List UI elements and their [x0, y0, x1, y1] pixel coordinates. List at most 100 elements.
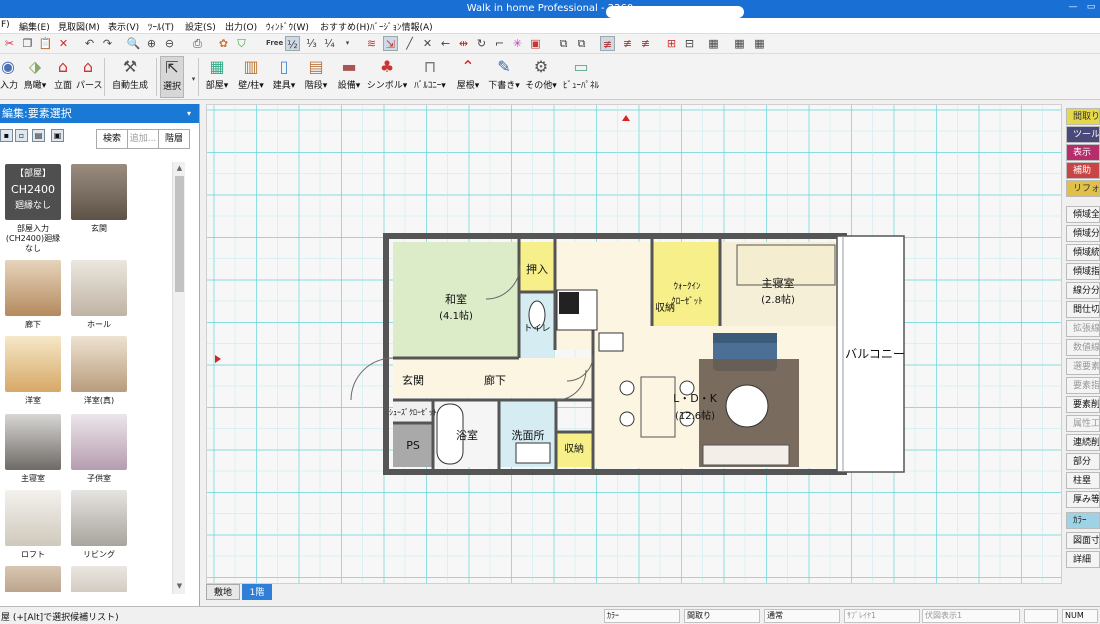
hatch-3-icon[interactable]: ≢: [638, 36, 653, 51]
cmd-button[interactable]: 厚み等: [1066, 491, 1100, 508]
room-button[interactable]: ▦ 部屋▾: [202, 56, 232, 91]
other-button[interactable]: ⚙ その他▾: [524, 56, 558, 91]
menu-edit[interactable]: 編集(E): [19, 20, 50, 33]
shield-icon[interactable]: ⛉: [234, 36, 249, 51]
auto-generate-button[interactable]: ⚒ 自動生成: [108, 56, 152, 91]
thumb-youshitsu-true[interactable]: 洋室(真): [71, 336, 127, 406]
scroll-down-icon[interactable]: ▼: [173, 582, 186, 590]
hatch-2-icon[interactable]: ≢: [620, 36, 635, 51]
cmd-button[interactable]: 拡張線: [1066, 320, 1100, 337]
copy-icon[interactable]: ❐: [20, 36, 35, 51]
cmd-button[interactable]: 数値線: [1066, 339, 1100, 356]
layer-icon[interactable]: ≋: [364, 36, 379, 51]
snap-dropdown-icon[interactable]: ▾: [340, 36, 355, 51]
paste-icon[interactable]: 📋: [38, 36, 53, 51]
panel-menu-icon[interactable]: ▾: [187, 104, 191, 123]
drawing-canvas[interactable]: 和室 (4.1帖) 押入 トイレ ｳｫｰｸｲﾝ ｸﾛｰｾﾞｯﾄ 収納 主寝室 (…: [206, 104, 1062, 584]
thumb-youshitsu[interactable]: 洋室: [5, 336, 61, 406]
cmd-button[interactable]: 傾域分: [1066, 225, 1100, 242]
add-button[interactable]: 追加...: [127, 129, 159, 149]
tab-site[interactable]: 敷地: [206, 584, 240, 600]
dimension-icon[interactable]: ⇹: [456, 36, 471, 51]
tab-reform[interactable]: リフォーム: [1066, 180, 1100, 197]
cut-icon[interactable]: ✂: [2, 36, 17, 51]
thumb-rouka[interactable]: 廊下: [5, 260, 61, 330]
roof-button[interactable]: ⌃ 屋根▾: [454, 56, 482, 91]
thumb-living[interactable]: リビング: [71, 490, 127, 560]
menu-version[interactable]: ﾊﾞｰｼﾞｮﾝ情報(A): [370, 20, 433, 33]
menu-tools[interactable]: ﾂｰﾙ(T): [148, 20, 174, 33]
barcode-icon[interactable]: ▦: [706, 36, 721, 51]
tab-madori[interactable]: 間取り: [1066, 108, 1100, 125]
print-icon[interactable]: ⎙: [190, 36, 205, 51]
menu-settings[interactable]: 設定(S): [185, 20, 216, 33]
cmd-button[interactable]: 図面寸: [1066, 532, 1100, 549]
copy-window-icon[interactable]: ⧉: [556, 36, 571, 51]
menu-view[interactable]: 表示(V): [108, 20, 139, 33]
tab-display[interactable]: 表示: [1066, 144, 1100, 161]
zoom-in-icon[interactable]: ⊕: [144, 36, 159, 51]
window-icon[interactable]: ⧉: [574, 36, 589, 51]
snap-half-button[interactable]: ½: [285, 36, 300, 51]
select-button[interactable]: ⇱ 選択: [160, 56, 184, 98]
cross-tool-icon[interactable]: ✕: [420, 36, 435, 51]
zoom-out-icon[interactable]: ⊖: [162, 36, 177, 51]
menu-floorplan[interactable]: 見取図(M): [58, 20, 100, 33]
grid-icon[interactable]: ▦: [732, 36, 747, 51]
snap-third-button[interactable]: ⅓: [304, 36, 319, 51]
menu-window[interactable]: ｳｨﾝﾄﾞｳ(W): [266, 20, 309, 33]
equipment-button[interactable]: ▬ 設備▾: [334, 56, 364, 91]
view-panel-button[interactable]: ▭ ﾋﾞｭｰﾊﾟﾈﾙ: [560, 56, 602, 91]
settings-icon[interactable]: ✿: [216, 36, 231, 51]
cmd-button[interactable]: 連続削: [1066, 434, 1100, 451]
undo-icon[interactable]: ↶: [82, 36, 97, 51]
menu-output[interactable]: 出力(O): [225, 20, 257, 33]
rotate-icon[interactable]: ↻: [474, 36, 489, 51]
snap-quarter-button[interactable]: ¼: [322, 36, 337, 51]
folder-icon[interactable]: ▣: [51, 129, 64, 142]
cmd-button[interactable]: 柱塁: [1066, 472, 1100, 489]
symbol-button[interactable]: ♣ シンボル▾: [366, 56, 408, 91]
cmd-button[interactable]: 傾域指: [1066, 263, 1100, 280]
library-icon[interactable]: ▪: [0, 129, 13, 142]
scroll-up-icon[interactable]: ▲: [173, 164, 186, 172]
hierarchy-button[interactable]: 階層: [158, 129, 190, 149]
birdseye-button[interactable]: ⬗ 鳥瞰▾: [22, 56, 48, 91]
redo-icon[interactable]: ↷: [100, 36, 115, 51]
thumb-extra-1[interactable]: [5, 566, 61, 592]
cmd-button[interactable]: 属性工: [1066, 415, 1100, 432]
hatch-1-icon[interactable]: ≢: [600, 36, 615, 51]
thumb-hall[interactable]: ホール: [71, 260, 127, 330]
arrange-icon[interactable]: ⊞: [664, 36, 679, 51]
thumb-master-bedroom[interactable]: 主寝室: [5, 414, 61, 484]
cmd-button[interactable]: 選要素: [1066, 358, 1100, 375]
tab-assist[interactable]: 補助: [1066, 162, 1100, 179]
zoom-icon[interactable]: 🔍: [126, 36, 141, 51]
free-snap-button[interactable]: Free: [266, 36, 283, 51]
asterisk-icon[interactable]: ✳: [510, 36, 525, 51]
tab-floor-1[interactable]: 1階: [242, 584, 272, 600]
tab-tools[interactable]: ツール: [1066, 126, 1100, 143]
cmd-button[interactable]: 線分分: [1066, 282, 1100, 299]
rect-icon[interactable]: ▣: [528, 36, 543, 51]
object-icon[interactable]: ⊟: [682, 36, 697, 51]
menu-recommend[interactable]: おすすめ(H): [320, 20, 370, 33]
corner-icon[interactable]: ⌐: [492, 36, 507, 51]
delete-icon[interactable]: ✕: [56, 36, 71, 51]
table-icon[interactable]: ▦: [752, 36, 767, 51]
thumb-extra-2[interactable]: [71, 566, 127, 592]
maximize-button[interactable]: ▭: [1084, 2, 1098, 14]
cmd-button[interactable]: 要素指: [1066, 377, 1100, 394]
input-button[interactable]: ◉ 入力: [0, 56, 18, 91]
cmd-button[interactable]: 間仕切: [1066, 301, 1100, 318]
draft-button[interactable]: ✎ 下書き▾: [486, 56, 522, 91]
minimize-button[interactable]: —: [1066, 2, 1080, 14]
thumb-genkan[interactable]: 玄関: [71, 164, 127, 234]
scroll-thumb[interactable]: [175, 176, 184, 292]
wall-button[interactable]: ▥ 壁/柱▾: [234, 56, 268, 91]
stairs-button[interactable]: ▤ 階段▾: [302, 56, 330, 91]
thumbnail-scrollbar[interactable]: ▲ ▼: [172, 162, 185, 594]
cmd-button[interactable]: 傾域全: [1066, 206, 1100, 223]
list-view-icon[interactable]: ▤: [32, 129, 45, 142]
cmd-button[interactable]: 部分: [1066, 453, 1100, 470]
